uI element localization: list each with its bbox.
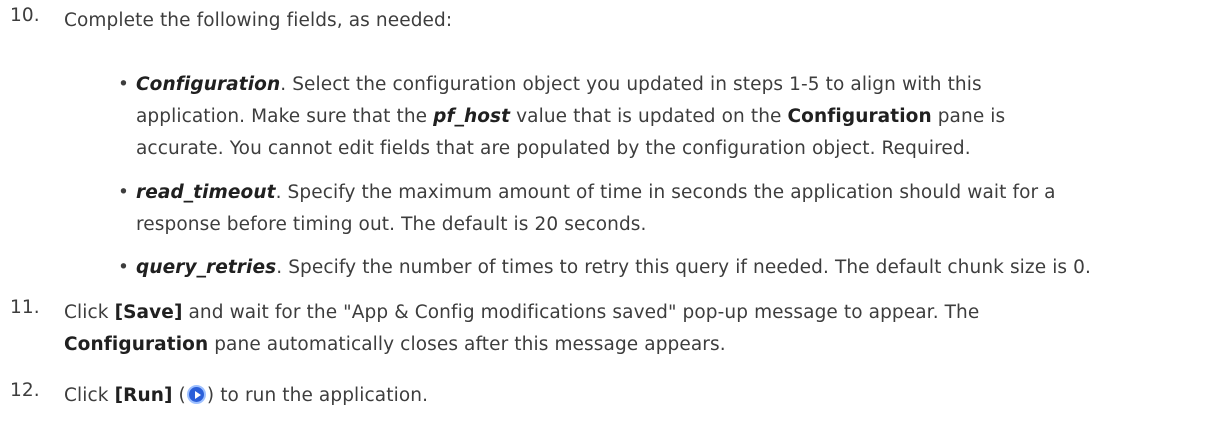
list-item-read-timeout: • read_timeout. Specify the maximum amou…	[118, 182, 1056, 235]
step-number: 12.	[10, 380, 40, 401]
step-text: Click [Run] () to run the application.	[64, 385, 429, 406]
field-name: query_retries	[136, 257, 277, 278]
pane-name: Configuration	[64, 334, 209, 355]
step-number: 10.	[10, 5, 40, 26]
play-circle-icon	[186, 385, 206, 404]
list-item-query-retries: • query_retries. Specify the number of t…	[118, 257, 1092, 278]
step-number: 11.	[10, 297, 40, 318]
list-item-configuration: • Configuration. Select the configuratio…	[118, 74, 1006, 159]
run-button-label: [Run]	[114, 385, 173, 406]
field-name: Configuration	[136, 74, 281, 95]
pane-name: Configuration	[787, 106, 932, 127]
field-name: read_timeout	[136, 182, 276, 203]
field-name: pf_host	[433, 106, 511, 127]
step-intro: Complete the following fields, as needed…	[64, 10, 453, 31]
save-button-label: [Save]	[114, 302, 183, 323]
step-text: Click [Save] and wait for the "App & Con…	[64, 302, 980, 355]
